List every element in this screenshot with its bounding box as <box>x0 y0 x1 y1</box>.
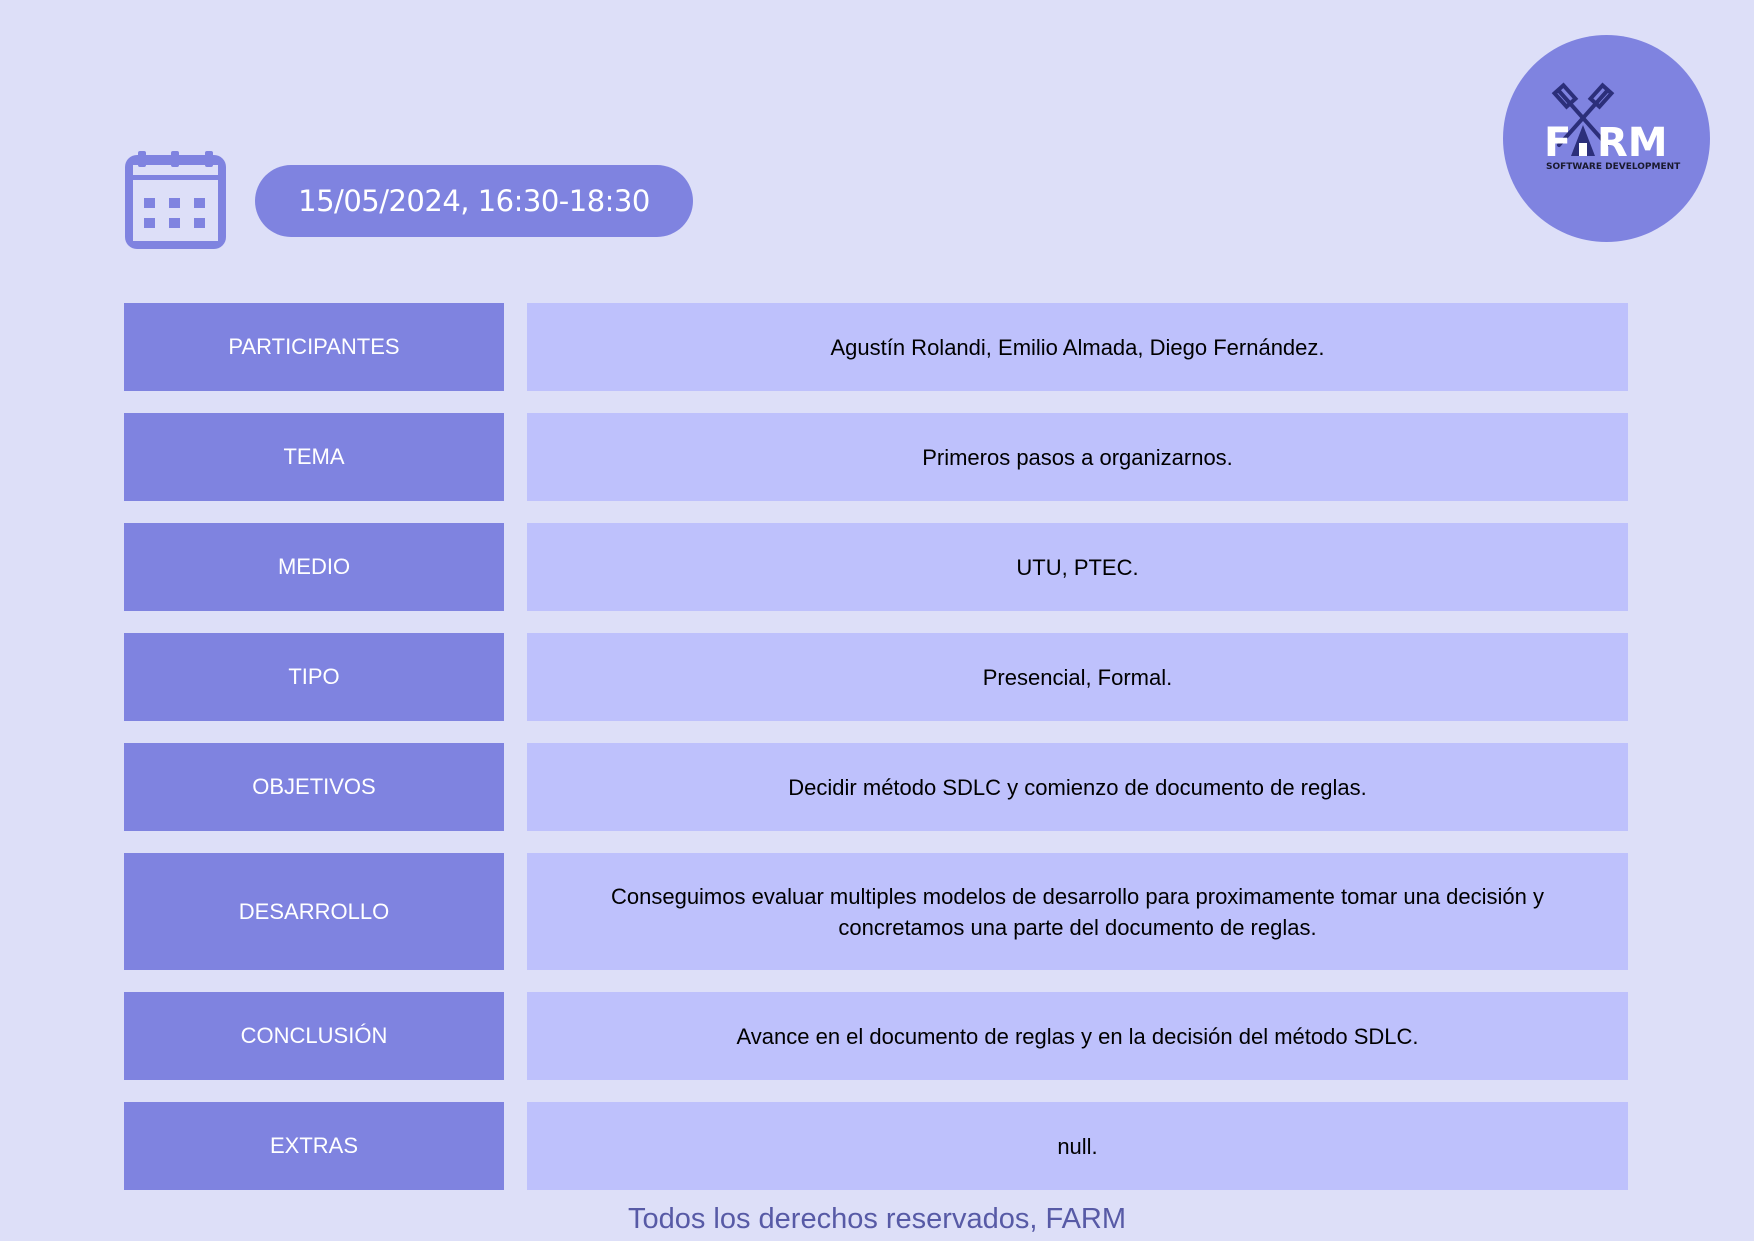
row-medio: MEDIO UTU, PTEC. <box>124 523 1628 611</box>
farm-logo: F RM SOFTWARE DEVELOPMENT <box>1503 35 1710 242</box>
row-value: Conseguimos evaluar multiples modelos de… <box>527 853 1628 970</box>
row-value: UTU, PTEC. <box>527 523 1628 611</box>
row-value: Avance en el documento de reglas y en la… <box>527 992 1628 1080</box>
row-value: Agustín Rolandi, Emilio Almada, Diego Fe… <box>527 303 1628 391</box>
row-label: EXTRAS <box>124 1102 504 1190</box>
svg-text:F: F <box>1544 120 1571 166</box>
row-label: OBJETIVOS <box>124 743 504 831</box>
row-label: DESARROLLO <box>124 853 504 970</box>
row-objetivos: OBJETIVOS Decidir método SDLC y comienzo… <box>124 743 1628 831</box>
calendar-icon <box>123 151 228 251</box>
row-label: CONCLUSIÓN <box>124 992 504 1080</box>
svg-text:SOFTWARE DEVELOPMENT: SOFTWARE DEVELOPMENT <box>1546 162 1681 172</box>
row-label: MEDIO <box>124 523 504 611</box>
row-value: Primeros pasos a organizarnos. <box>527 413 1628 501</box>
row-value: Decidir método SDLC y comienzo de docume… <box>527 743 1628 831</box>
row-desarrollo: DESARROLLO Conseguimos evaluar multiples… <box>124 853 1628 970</box>
row-tipo: TIPO Presencial, Formal. <box>124 633 1628 721</box>
footer-copyright: Todos los derechos reservados, FARM <box>627 1203 1127 1235</box>
row-participantes: PARTICIPANTES Agustín Rolandi, Emilio Al… <box>124 303 1628 391</box>
row-conclusion: CONCLUSIÓN Avance en el documento de reg… <box>124 992 1628 1080</box>
row-label: TEMA <box>124 413 504 501</box>
row-value: Presencial, Formal. <box>527 633 1628 721</box>
row-extras: EXTRAS null. <box>124 1102 1628 1190</box>
row-label: PARTICIPANTES <box>124 303 504 391</box>
meeting-date-time: 15/05/2024, 16:30-18:30 <box>255 165 693 237</box>
row-tema: TEMA Primeros pasos a organizarnos. <box>124 413 1628 501</box>
row-value: null. <box>527 1102 1628 1190</box>
date-time-text: 15/05/2024, 16:30-18:30 <box>298 184 650 218</box>
row-label: TIPO <box>124 633 504 721</box>
svg-text:RM: RM <box>1597 120 1668 166</box>
